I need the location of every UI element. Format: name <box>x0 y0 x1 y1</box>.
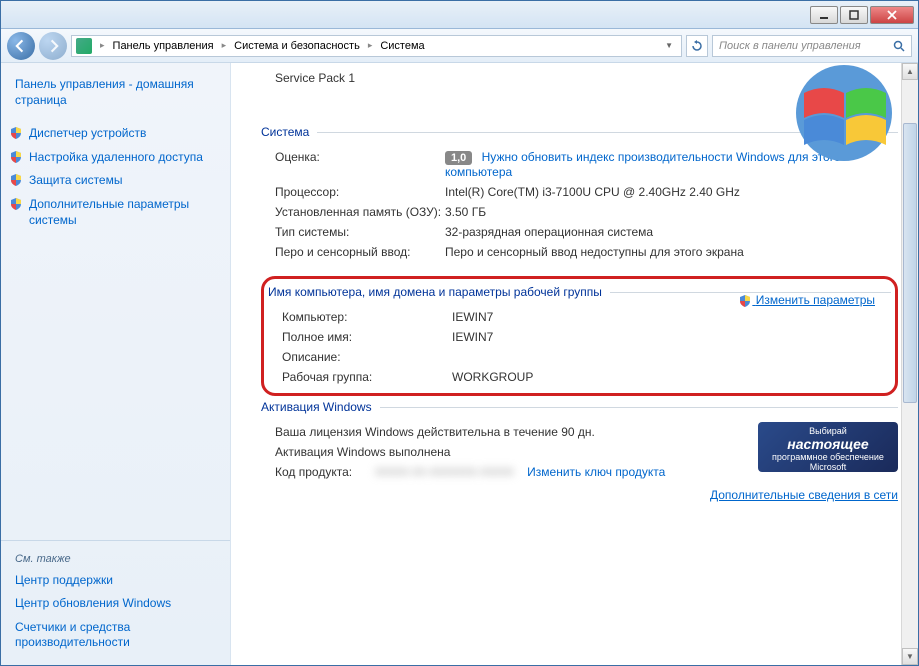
fullname-label: Полное имя: <box>282 330 452 344</box>
back-button[interactable] <box>7 32 35 60</box>
computer-name-highlight: Имя компьютера, имя домена и параметры р… <box>261 276 898 396</box>
control-panel-icon <box>76 38 92 54</box>
pen-value: Перо и сенсорный ввод недоступны для это… <box>445 245 898 259</box>
sidebar-action-center[interactable]: Центр поддержки <box>1 569 230 593</box>
breadcrumb[interactable]: ▸ Панель управления ▸ Система и безопасн… <box>71 35 682 57</box>
search-placeholder: Поиск в панели управления <box>719 40 861 52</box>
ram-label: Установленная память (ОЗУ): <box>275 205 445 219</box>
search-input[interactable]: Поиск в панели управления <box>712 35 912 57</box>
systype-label: Тип системы: <box>275 225 445 239</box>
ram-value: 3.50 ГБ <box>445 205 898 219</box>
system-header: Система <box>261 125 317 139</box>
computer-name-section: Имя компьютера, имя домена и параметры р… <box>268 285 891 387</box>
breadcrumb-root[interactable]: Панель управления <box>109 40 218 52</box>
shield-icon <box>9 197 23 211</box>
activation-license-text: Ваша лицензия Windows действительна в те… <box>275 425 758 439</box>
sidebar-system-protection[interactable]: Защита системы <box>1 169 230 193</box>
shield-icon <box>9 150 23 164</box>
scroll-down-button[interactable]: ▼ <box>902 648 918 665</box>
vertical-scrollbar[interactable]: ▲ ▼ <box>901 63 918 665</box>
change-product-key-link[interactable]: Изменить ключ продукта <box>527 465 665 479</box>
more-info-online-link[interactable]: Дополнительные сведения в сети <box>710 488 898 502</box>
sidebar-device-manager[interactable]: Диспетчер устройств <box>1 122 230 146</box>
cpu-label: Процессор: <box>275 185 445 199</box>
genuine-banner[interactable]: Выбирай настоящее программное обеспечени… <box>758 422 898 472</box>
description-value <box>452 350 891 364</box>
scroll-up-button[interactable]: ▲ <box>902 63 918 80</box>
system-properties-window: ▸ Панель управления ▸ Система и безопасн… <box>0 0 919 666</box>
description-label: Описание: <box>282 350 452 364</box>
search-icon <box>893 40 905 52</box>
titlebar <box>1 1 918 29</box>
change-settings-link[interactable]: Изменить параметры <box>738 293 875 308</box>
activation-header: Активация Windows <box>261 400 380 414</box>
chevron-right-icon: ▸ <box>364 40 377 51</box>
activation-section: Активация Windows Выбирай настоящее прог… <box>261 400 898 502</box>
forward-button[interactable] <box>39 32 67 60</box>
sidebar-windows-update[interactable]: Центр обновления Windows <box>1 592 230 616</box>
main-panel: Service Pack 1 Система Оценка: 1,0 Нужно… <box>231 63 918 665</box>
rating-label: Оценка: <box>275 150 445 179</box>
sidebar-remote-access[interactable]: Настройка удаленного доступа <box>1 146 230 170</box>
pen-label: Перо и сенсорный ввод: <box>275 245 445 259</box>
activation-status-text: Активация Windows выполнена <box>275 445 758 459</box>
sidebar-home-link[interactable]: Панель управления - домашняя страница <box>1 73 230 112</box>
fullname-value: IEWIN7 <box>452 330 891 344</box>
shield-icon <box>738 294 752 308</box>
maximize-button[interactable] <box>840 6 868 24</box>
shield-icon <box>9 126 23 140</box>
navbar: ▸ Панель управления ▸ Система и безопасн… <box>1 29 918 63</box>
breadcrumb-dropdown-icon[interactable]: ▼ <box>661 41 677 50</box>
refresh-button[interactable] <box>686 35 708 57</box>
product-key-value: 00000-00-0000000-00000 <box>375 465 514 479</box>
cpu-value: Intel(R) Core(TM) i3-7100U CPU @ 2.40GHz… <box>445 185 898 199</box>
product-key-label: Код продукта: <box>275 465 375 479</box>
breadcrumb-page[interactable]: Система <box>376 40 428 52</box>
close-button[interactable] <box>870 6 914 24</box>
workgroup-value: WORKGROUP <box>452 370 891 384</box>
computer-name-header: Имя компьютера, имя домена и параметры р… <box>268 285 610 299</box>
sidebar: Панель управления - домашняя страница Ди… <box>1 63 231 665</box>
see-also-section: См. также Центр поддержки Центр обновлен… <box>1 540 230 655</box>
computer-value: IEWIN7 <box>452 310 891 324</box>
breadcrumb-category[interactable]: Система и безопасность <box>230 40 364 52</box>
windows-logo-icon <box>774 63 894 173</box>
computer-label: Компьютер: <box>282 310 452 324</box>
minimize-button[interactable] <box>810 6 838 24</box>
rating-badge: 1,0 <box>445 151 472 165</box>
content-area: Панель управления - домашняя страница Ди… <box>1 63 918 665</box>
scroll-thumb[interactable] <box>903 123 917 403</box>
sidebar-performance-tools[interactable]: Счетчики и средства производительности <box>1 616 230 655</box>
chevron-right-icon: ▸ <box>96 40 109 51</box>
sidebar-advanced-settings[interactable]: Дополнительные параметры системы <box>1 193 230 232</box>
see-also-header: См. также <box>1 549 230 569</box>
chevron-right-icon: ▸ <box>218 40 231 51</box>
workgroup-label: Рабочая группа: <box>282 370 452 384</box>
shield-icon <box>9 173 23 187</box>
systype-value: 32-разрядная операционная система <box>445 225 898 239</box>
